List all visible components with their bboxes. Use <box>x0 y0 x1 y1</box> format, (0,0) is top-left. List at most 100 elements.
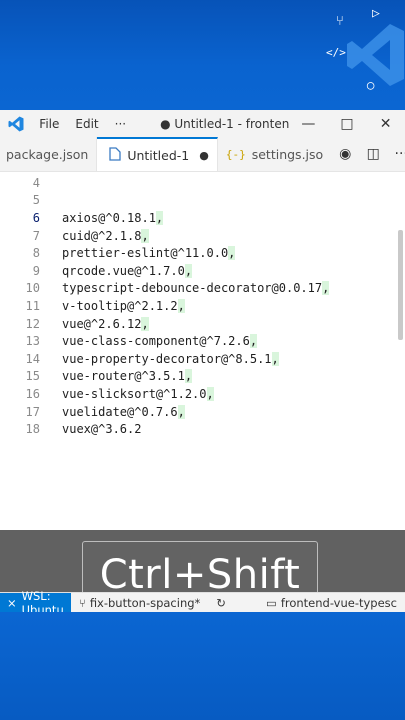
inserted-comma: , <box>177 298 185 313</box>
inserted-comma: , <box>322 281 330 296</box>
line-number: 10 <box>25 281 40 296</box>
folder-status[interactable]: ▭ frontend-vue-typesc <box>258 596 405 610</box>
inserted-comma: , <box>249 334 258 349</box>
scrollbar[interactable] <box>395 172 405 592</box>
git-branch-icon: ⑂ <box>78 595 86 610</box>
window-title: ● Untitled-1 - fronten... <box>160 116 289 131</box>
close-button[interactable]: ✕ <box>366 116 405 132</box>
line-number: 14 <box>25 351 40 366</box>
tab-settings-json[interactable]: {-} settings.jso <box>218 137 331 171</box>
inserted-comma: , <box>184 369 193 384</box>
folder-label: frontend-vue-typesc <box>280 595 397 610</box>
menu-edit[interactable]: Edit <box>67 117 106 131</box>
status-bar: ⨯ WSL: Ubuntu ⑂ fix-button-spacing* ↻ ▭ … <box>0 589 405 612</box>
line-number: 6 <box>32 210 40 225</box>
code-text: vue-class-component@^7.2.6, <box>62 334 258 349</box>
tab-bar: package.json Untitled-1 ● {-} settings.j… <box>0 137 405 172</box>
code-icon: </> <box>326 46 346 59</box>
vscode-window: File Edit ··· ● Untitled-1 - fronten... … <box>0 110 405 612</box>
line-number: 8 <box>32 246 40 261</box>
code-line[interactable]: 12 vue@^2.6.12, <box>0 315 395 333</box>
menu-more[interactable]: ··· <box>107 117 134 131</box>
code-text: v-tooltip@^2.1.2, <box>62 298 185 313</box>
code-line[interactable]: 15 vue-router@^3.5.1, <box>0 368 395 386</box>
code-line[interactable]: 7 cuid@^2.1.8, <box>0 227 395 245</box>
line-number: 7 <box>32 228 40 243</box>
code-line[interactable]: 5 <box>0 192 395 210</box>
code-text: vuelidate@^0.7.6, <box>62 404 185 419</box>
line-number: 4 <box>32 175 40 190</box>
tab-label: settings.jso <box>251 146 324 162</box>
background-top: ⑂ ▷ </> ◯ <box>0 0 405 110</box>
code-text: vue-property-decorator@^8.5.1, <box>62 351 279 366</box>
more-actions-icon[interactable]: ··· <box>387 146 405 162</box>
inserted-comma: , <box>155 210 164 225</box>
sync-icon: ↻ <box>216 595 226 610</box>
line-number: 15 <box>25 369 40 384</box>
line-number: 12 <box>25 316 40 331</box>
vscode-large-logo-icon <box>347 24 404 86</box>
remote-icon: ⨯ <box>7 595 17 610</box>
json-braces-icon: {-} <box>225 147 246 161</box>
menu-file[interactable]: File <box>31 117 67 131</box>
inserted-comma: , <box>184 263 193 278</box>
tab-package-json[interactable]: package.json <box>0 137 98 171</box>
code-line[interactable]: 14 vue-property-decorator@^8.5.1, <box>0 350 395 368</box>
modified-dot-icon[interactable]: ● <box>199 149 209 162</box>
inserted-comma: , <box>177 404 185 419</box>
remote-indicator[interactable]: ⨯ WSL: Ubuntu <box>0 589 71 612</box>
code-text: vue@^2.6.12, <box>62 316 149 331</box>
editor-area[interactable]: 4 5 6 axios@^0.18.1, 7 cuid@^2.1.8, 8 prettier-… <box>0 172 405 592</box>
code-line[interactable]: 11 v-tooltip@^2.1.2, <box>0 297 395 315</box>
editor-actions: ◉ ◫ ··· <box>331 137 405 171</box>
scrollbar-thumb[interactable] <box>398 230 403 340</box>
run-debug-icon: ▷ <box>372 6 380 21</box>
copilot-icon[interactable]: ◉ <box>331 146 359 162</box>
inserted-comma: , <box>206 386 214 401</box>
code-line[interactable]: 4 <box>0 174 395 192</box>
code-text: cuid@^2.1.8, <box>62 228 149 243</box>
code-line[interactable]: 9 qrcode.vue@^1.7.0, <box>0 262 395 280</box>
code-text: typescript-debounce-decorator@0.0.17, <box>62 281 330 296</box>
code-line[interactable]: 6 axios@^0.18.1, <box>0 209 395 227</box>
line-number: 18 <box>25 422 40 437</box>
code-line[interactable]: 10 typescript-debounce-decorator@0.0.17, <box>0 280 395 298</box>
minimize-button[interactable]: — <box>289 116 328 132</box>
branch-status[interactable]: ⑂ fix-button-spacing* <box>71 596 208 610</box>
background-bottom <box>0 612 405 720</box>
code-line[interactable]: 16 vue-slicksort@^1.2.0, <box>0 385 395 403</box>
code-line[interactable]: 13 vue-class-component@^7.2.6, <box>0 332 395 350</box>
line-number: 16 <box>25 386 40 401</box>
code-text: vuex@^3.6.2 <box>62 422 142 437</box>
remote-label: WSL: Ubuntu <box>21 588 64 613</box>
code-text: qrcode.vue@^1.7.0, <box>62 263 193 278</box>
inserted-comma: , <box>141 316 149 331</box>
inserted-comma: , <box>271 351 279 366</box>
sync-button[interactable]: ↻ <box>208 596 234 610</box>
split-editor-icon[interactable]: ◫ <box>359 146 387 162</box>
tab-label: Untitled-1 <box>127 147 190 163</box>
branch-icon: ⑂ <box>336 14 344 29</box>
code-line[interactable]: 17 vuelidate@^0.7.6, <box>0 403 395 421</box>
vscode-logo-icon <box>0 116 31 132</box>
maximize-button[interactable]: □ <box>328 116 367 132</box>
inserted-comma: , <box>228 246 236 261</box>
line-number: 17 <box>25 404 40 419</box>
inserted-comma: , <box>141 228 149 243</box>
folder-icon: ▭ <box>265 595 277 610</box>
code-text: vue-router@^3.5.1, <box>62 369 193 384</box>
line-number: 9 <box>32 263 40 278</box>
code-line[interactable]: 8 prettier-eslint@^11.0.0, <box>0 244 395 262</box>
title-bar: File Edit ··· ● Untitled-1 - fronten... … <box>0 110 405 137</box>
tab-label: package.json <box>6 146 89 162</box>
code-text: prettier-eslint@^11.0.0, <box>62 246 236 261</box>
code-line[interactable]: 18 vuex@^3.6.2 <box>0 420 395 438</box>
line-number: 11 <box>25 298 40 313</box>
line-number: 13 <box>25 334 40 349</box>
code-text: vue-slicksort@^1.2.0, <box>62 386 214 401</box>
branch-label: fix-button-spacing* <box>89 595 201 610</box>
file-icon <box>109 146 121 164</box>
tab-untitled-1[interactable]: Untitled-1 ● <box>97 137 218 171</box>
code-text: axios@^0.18.1, <box>62 210 164 225</box>
lightbulb-icon: ◯ <box>367 78 375 92</box>
